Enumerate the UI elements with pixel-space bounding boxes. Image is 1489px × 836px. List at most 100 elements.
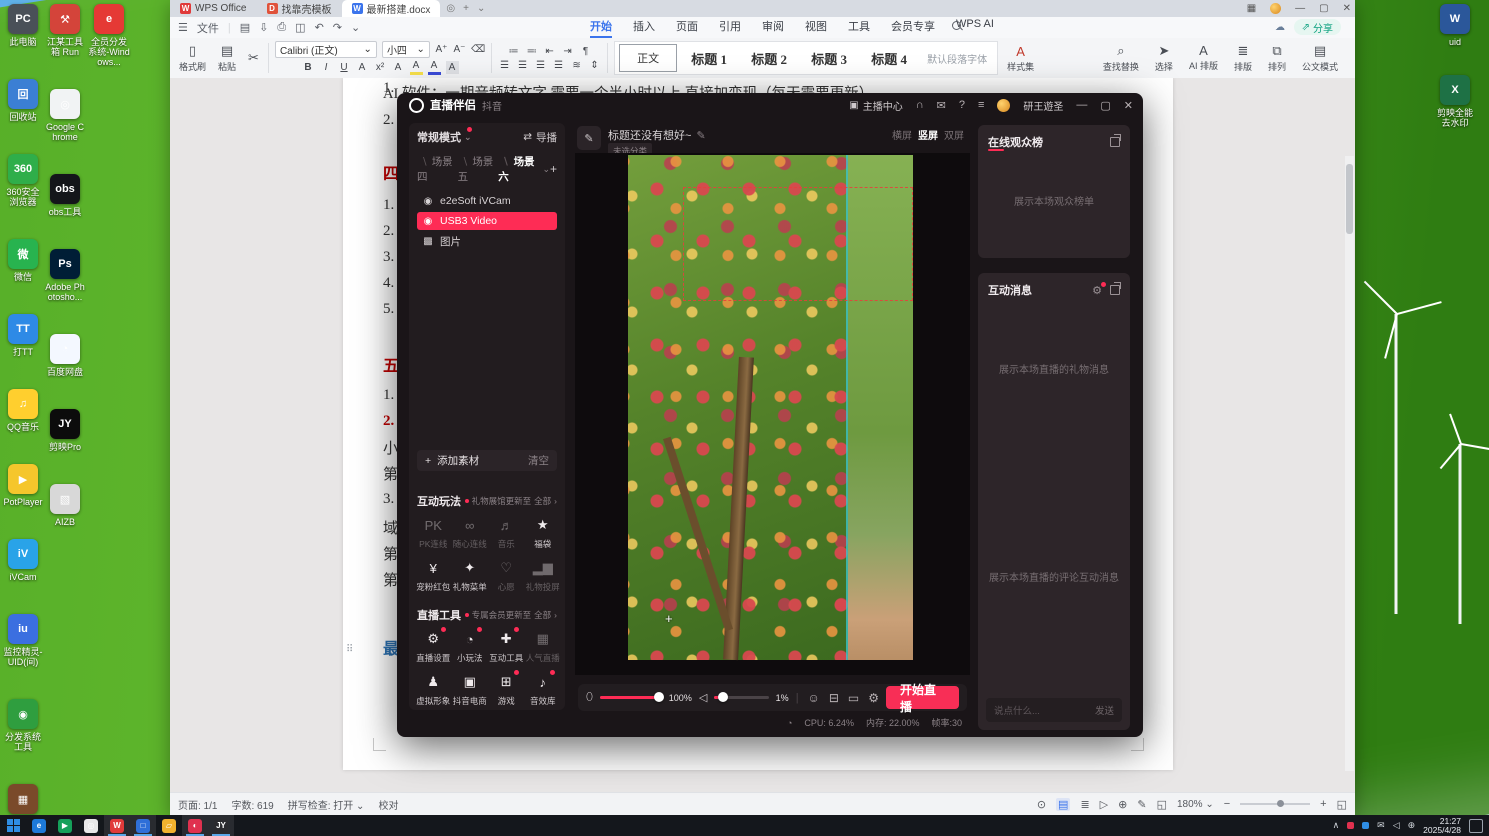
popout-icon[interactable]	[1110, 134, 1121, 147]
toolbar-button[interactable]: ⧉ 排列	[1265, 43, 1289, 73]
speaker-icon[interactable]: ◁	[699, 691, 707, 704]
scene-dropdown-icon[interactable]: ⌄	[542, 164, 550, 175]
style-chip[interactable]: 标题 3	[801, 45, 857, 71]
play-grid-item[interactable]: ★ 福袋	[525, 515, 562, 550]
font-style-button[interactable]: A	[427, 59, 441, 75]
eye-icon[interactable]: ⊙	[1037, 798, 1046, 811]
wps-ribbon-tab[interactable]: 页面	[676, 18, 698, 38]
wps-ribbon-tab[interactable]: 引用	[719, 18, 741, 38]
outline-view-icon[interactable]: ≣	[1080, 798, 1089, 811]
desktop-icon[interactable]: 微 微信	[2, 239, 44, 282]
wps-ribbon-tab[interactable]: 视图	[805, 18, 827, 38]
taskbar-app[interactable]: e	[26, 815, 52, 836]
toolbar-button[interactable]: ⌕ 查找替换	[1100, 43, 1142, 73]
style-chip[interactable]: 标题 2	[741, 45, 797, 71]
vertical-scrollbar[interactable]	[1345, 156, 1354, 771]
edit-title-button[interactable]: ✎	[577, 126, 601, 150]
wps-ribbon-tab[interactable]: 开始	[590, 18, 612, 38]
wps-minimize-button[interactable]: —	[1295, 3, 1305, 14]
tray-app-icon[interactable]	[1362, 822, 1370, 829]
tray-app-icon[interactable]	[1347, 822, 1355, 829]
font-style-button[interactable]: B	[302, 61, 315, 74]
desktop-icon[interactable]: ◉ 分发系统工具	[2, 699, 44, 752]
alignment-button[interactable]: ≋	[570, 59, 583, 72]
tool-grid-item[interactable]: ⊞ 游戏	[488, 670, 525, 707]
play-grid-item[interactable]: ¥ 宠粉红包	[415, 558, 452, 593]
wps-document-tab[interactable]: D 找靠壳模板	[257, 0, 342, 17]
desktop-icon[interactable]: ▧ AIZB	[44, 484, 86, 527]
cut-button[interactable]: ✂	[245, 50, 262, 66]
alignment-button[interactable]: ⇕	[588, 59, 601, 72]
print-button[interactable]: ⎙	[277, 21, 286, 34]
fit-page-icon[interactable]: ◱	[1157, 798, 1167, 811]
wps-ribbon-tab[interactable]: 工具	[848, 18, 870, 38]
alignment-button[interactable]: ☰	[516, 59, 529, 72]
wps-ribbon-tab[interactable]: 插入	[633, 18, 655, 38]
taskbar-app[interactable]: JY	[208, 815, 234, 836]
play-grid-item[interactable]: ♬ 音乐	[488, 515, 525, 550]
tray-mail-icon[interactable]: ✉	[1377, 820, 1385, 831]
clear-format-button[interactable]: ⌫	[471, 43, 485, 56]
desktop-icon[interactable]: Ps Adobe Photosho...	[44, 249, 86, 302]
toolbar-button[interactable]: A AI 排版	[1186, 43, 1221, 73]
scene-tab[interactable]: 场景五	[458, 154, 499, 184]
zoom-level[interactable]: 180% ⌄	[1177, 799, 1214, 810]
play-view-icon[interactable]: ▷	[1100, 798, 1108, 811]
taskbar-app[interactable]: ◎	[78, 815, 104, 836]
scene-tab[interactable]: 场景六	[498, 154, 539, 184]
popout-icon[interactable]	[1110, 282, 1121, 295]
mic-volume-slider[interactable]	[599, 692, 664, 702]
paste-button[interactable]: ▤ 粘贴	[215, 43, 239, 73]
desktop-icon[interactable]: TT 打TT	[2, 314, 44, 357]
font-style-button[interactable]: x²	[374, 61, 387, 74]
save-button[interactable]: ▤	[240, 21, 250, 34]
wps-ribbon-tab[interactable]: 会员专享	[891, 18, 935, 38]
desktop-icon[interactable]: W uid	[1434, 4, 1476, 47]
director-mode-button[interactable]: ⇄ 导播	[523, 130, 557, 145]
paragraph-button[interactable]: ⇤	[543, 45, 556, 58]
hamburger-icon[interactable]: ☰	[178, 21, 188, 34]
source-row[interactable]: ▩ 图片	[417, 232, 557, 250]
paragraph-button[interactable]: ¶	[579, 45, 592, 58]
new-tab-button[interactable]: +	[463, 3, 469, 14]
tool-grid-item[interactable]: ♟ 虚拟形象	[415, 672, 452, 707]
font-style-button[interactable]: A	[409, 59, 423, 75]
desktop-icon[interactable]: X 剪映全能去水印	[1434, 75, 1476, 128]
wps-document-tab[interactable]: W WPS Office	[170, 0, 257, 17]
web-view-icon[interactable]: ⊕	[1118, 798, 1127, 811]
screen-share-icon[interactable]: ⊟	[829, 691, 839, 705]
start-button[interactable]	[0, 819, 26, 832]
desktop-icon[interactable]: ◔ 百度网盘	[44, 334, 86, 377]
search-icon[interactable]	[952, 21, 961, 33]
edit-mode-icon[interactable]: ✎	[1137, 798, 1146, 811]
desktop-icon[interactable]: e 全员分发系统-Windows...	[88, 4, 130, 67]
style-chip[interactable]: 标题 1	[681, 45, 737, 71]
toolbar-button[interactable]: ≣ 排版	[1231, 43, 1255, 73]
alignment-button[interactable]: ☰	[498, 59, 511, 72]
proofread-button[interactable]: 校对	[378, 797, 398, 812]
desktop-icon[interactable]: ♫ QQ音乐	[2, 389, 44, 432]
taskbar-app[interactable]: ▶	[52, 815, 78, 836]
undo-button[interactable]: ↶	[315, 21, 324, 34]
gift-update-note[interactable]: 礼物展馆更新至 全部 ›	[464, 495, 557, 507]
preview-stage[interactable]: +	[575, 153, 970, 675]
mode-selector[interactable]: 常规模式 ⌄ ⇄ 导播	[417, 127, 557, 145]
desktop-icon[interactable]: obs obs工具	[44, 174, 86, 217]
play-grid-item[interactable]: ✦ 礼物菜单	[452, 558, 489, 593]
file-menu[interactable]: 文件	[197, 20, 219, 36]
clear-button[interactable]: 清空	[528, 453, 549, 468]
scene-tab[interactable]: 场景四	[417, 154, 458, 184]
start-streaming-button[interactable]: 开始直播	[885, 683, 959, 714]
page-view-icon[interactable]: ▤	[1056, 797, 1071, 811]
wps-document-tab[interactable]: W 最新搭建.docx	[341, 0, 441, 17]
format-painter-button[interactable]: ▯ 格式刷	[176, 43, 209, 73]
wps-maximize-button[interactable]: ▢	[1319, 3, 1328, 14]
orientation-option[interactable]: 横屏	[892, 127, 912, 142]
microphone-icon[interactable]: ⬯	[586, 691, 593, 704]
desktop-icon[interactable]: 回 回收站	[2, 79, 44, 122]
font-size-select[interactable]: 小四 ⌄	[381, 41, 430, 58]
desktop-icon[interactable]: 360 360安全浏览器	[2, 154, 44, 207]
tool-grid-item[interactable]: ✚ 互动工具	[488, 627, 525, 664]
messages-title[interactable]: 互动消息	[988, 282, 1032, 298]
desktop-icon[interactable]: ▶ PotPlayer	[2, 464, 44, 507]
